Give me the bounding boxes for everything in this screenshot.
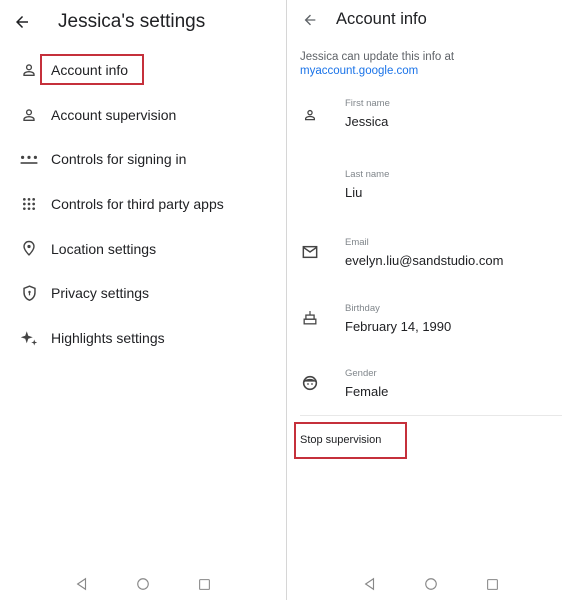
nav-home-circle-icon xyxy=(425,578,437,590)
field-value: Liu xyxy=(345,185,363,200)
system-nav-bar xyxy=(288,572,575,600)
menu-item-label: Highlights settings xyxy=(51,329,165,346)
field-value: Jessica xyxy=(345,114,389,129)
notice-text: Jessica can update this info at xyxy=(300,51,455,63)
face-icon xyxy=(301,374,319,392)
menu-item-privacy-settings[interactable]: Privacy settings xyxy=(0,271,287,316)
account-info-screen: Account info Jessica can update this inf… xyxy=(288,0,575,600)
field-label: Email xyxy=(345,237,369,248)
menu-item-location-settings[interactable]: Location settings xyxy=(0,226,287,271)
menu-item-label: Privacy settings xyxy=(51,285,150,302)
page-title: Account info xyxy=(336,10,427,28)
shield-lock-icon xyxy=(19,283,39,303)
nav-recents-button[interactable] xyxy=(196,576,212,592)
nav-back-button[interactable] xyxy=(74,576,90,592)
field-label: Birthday xyxy=(345,303,380,314)
section-divider xyxy=(300,415,562,416)
myaccount-link[interactable]: myaccount.google.com xyxy=(300,64,454,78)
settings-menu: Account info Account supervision Control… xyxy=(0,48,287,360)
location-pin-icon xyxy=(19,239,39,259)
jessicas-settings-screen: Jessica's settings Account info Account … xyxy=(0,0,287,600)
system-nav-bar xyxy=(0,572,287,600)
update-info-notice: Jessica can update this info at myaccoun… xyxy=(300,50,454,78)
arrow-back-icon xyxy=(304,14,316,26)
nav-back-triangle-icon xyxy=(76,577,87,591)
nav-home-button[interactable] xyxy=(423,576,439,592)
page-title: Jessica's settings xyxy=(58,11,206,32)
arrow-back-icon xyxy=(16,16,28,28)
field-value: February 14, 1990 xyxy=(345,319,452,334)
menu-item-highlights-settings[interactable]: Highlights settings xyxy=(0,316,287,361)
nav-home-button[interactable] xyxy=(135,576,151,592)
nav-back-button[interactable] xyxy=(362,576,378,592)
field-label: Gender xyxy=(345,368,377,379)
mail-icon xyxy=(301,243,319,261)
nav-recents-square-icon xyxy=(198,578,210,590)
nav-home-circle-icon xyxy=(137,578,149,590)
person-icon xyxy=(301,106,319,124)
cake-icon xyxy=(301,309,319,327)
stop-supervision-button[interactable]: Stop supervision xyxy=(300,434,381,446)
person-icon xyxy=(19,60,39,80)
sparkle-icon xyxy=(19,328,39,348)
field-value: evelyn.liu@sandstudio.com xyxy=(345,253,504,268)
nav-recents-button[interactable] xyxy=(484,576,500,592)
menu-item-account-supervision[interactable]: Account supervision xyxy=(0,93,287,138)
menu-item-label: Location settings xyxy=(51,240,157,257)
menu-item-account-info[interactable]: Account info xyxy=(0,48,287,93)
password-dots-icon xyxy=(19,149,39,169)
nav-recents-square-icon xyxy=(486,578,498,590)
field-value: Female xyxy=(345,384,389,399)
field-label: First name xyxy=(345,98,390,109)
menu-item-label: Account info xyxy=(51,62,129,79)
menu-item-third-party-apps[interactable]: Controls for third party apps xyxy=(0,182,287,227)
back-button[interactable] xyxy=(10,10,34,34)
nav-back-triangle-icon xyxy=(364,577,375,591)
menu-item-label: Controls for signing in xyxy=(51,151,187,168)
menu-item-label: Controls for third party apps xyxy=(51,196,224,213)
menu-item-label: Account supervision xyxy=(51,106,177,123)
apps-grid-icon xyxy=(19,194,39,214)
back-button[interactable] xyxy=(298,8,322,32)
person-icon xyxy=(19,105,39,125)
field-label: Last name xyxy=(345,169,390,180)
menu-item-controls-signing-in[interactable]: Controls for signing in xyxy=(0,137,287,182)
